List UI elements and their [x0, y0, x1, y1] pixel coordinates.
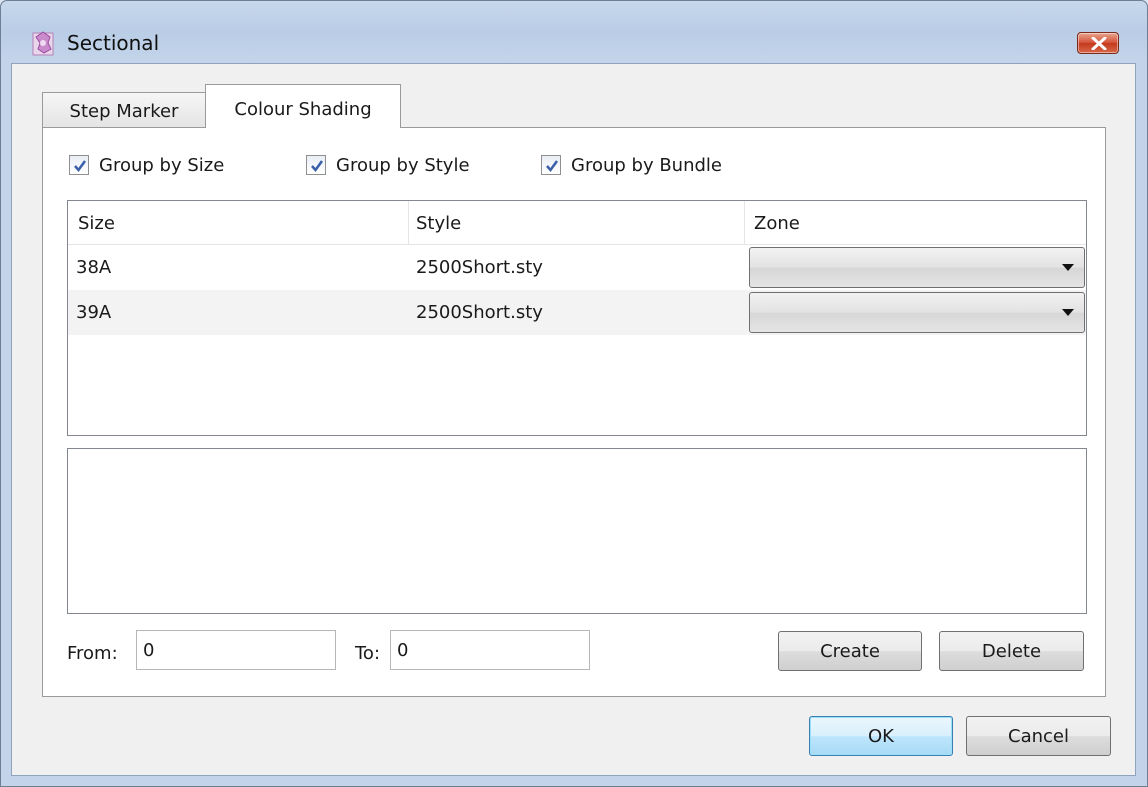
to-label: To:: [355, 643, 381, 664]
cell-size: 39A: [76, 302, 112, 323]
zone-dropdown[interactable]: [749, 247, 1085, 288]
checkbox-box[interactable]: [541, 155, 561, 175]
checkbox-label: Group by Bundle: [571, 154, 722, 176]
to-field[interactable]: [390, 630, 590, 670]
zone-dropdown[interactable]: [749, 292, 1085, 333]
close-icon: [1091, 37, 1107, 50]
chevron-down-icon: [1062, 264, 1074, 271]
group-by-bundle-checkbox[interactable]: Group by Bundle: [541, 152, 722, 178]
app-icon: [31, 29, 57, 57]
cell-style: 2500Short.sty: [416, 257, 543, 278]
column-header-zone[interactable]: Zone: [754, 213, 800, 234]
checkmark-icon: [546, 160, 559, 173]
checkbox-box[interactable]: [69, 155, 89, 175]
cell-style: 2500Short.sty: [416, 302, 543, 323]
column-header-size[interactable]: Size: [78, 213, 115, 234]
checkbox-box[interactable]: [306, 155, 326, 175]
tab-colour-shading[interactable]: Colour Shading: [205, 84, 401, 128]
close-button[interactable]: [1077, 32, 1119, 54]
window-title: Sectional: [67, 31, 160, 55]
table-header: Size Style Zone: [68, 201, 1086, 245]
delete-button[interactable]: Delete: [939, 631, 1084, 671]
chevron-down-icon: [1062, 309, 1074, 316]
column-divider: [408, 201, 409, 245]
checkbox-label: Group by Style: [336, 154, 470, 176]
ok-button[interactable]: OK: [809, 716, 953, 756]
grouping-table[interactable]: Size Style Zone 38A 2500Short.sty 39A 25…: [67, 200, 1087, 436]
cancel-button[interactable]: Cancel: [966, 716, 1111, 756]
create-button[interactable]: Create: [778, 631, 922, 671]
tab-label: Colour Shading: [234, 99, 372, 120]
checkbox-label: Group by Size: [99, 154, 225, 176]
from-field[interactable]: [136, 630, 336, 670]
tab-label: Step Marker: [69, 101, 179, 122]
tab-step-marker[interactable]: Step Marker: [42, 92, 206, 129]
cell-size: 38A: [76, 257, 112, 278]
from-label: From:: [67, 643, 118, 664]
group-by-size-checkbox[interactable]: Group by Size: [69, 152, 224, 178]
checkmark-icon: [74, 160, 87, 173]
column-header-style[interactable]: Style: [416, 213, 461, 234]
table-row[interactable]: 38A 2500Short.sty: [68, 245, 1086, 290]
checkmark-icon: [311, 160, 324, 173]
title-bar[interactable]: Sectional: [1, 1, 1147, 56]
shading-list-area[interactable]: [67, 448, 1087, 614]
table-row[interactable]: 39A 2500Short.sty: [68, 290, 1086, 335]
group-by-style-checkbox[interactable]: Group by Style: [306, 152, 470, 178]
column-divider: [744, 201, 745, 245]
